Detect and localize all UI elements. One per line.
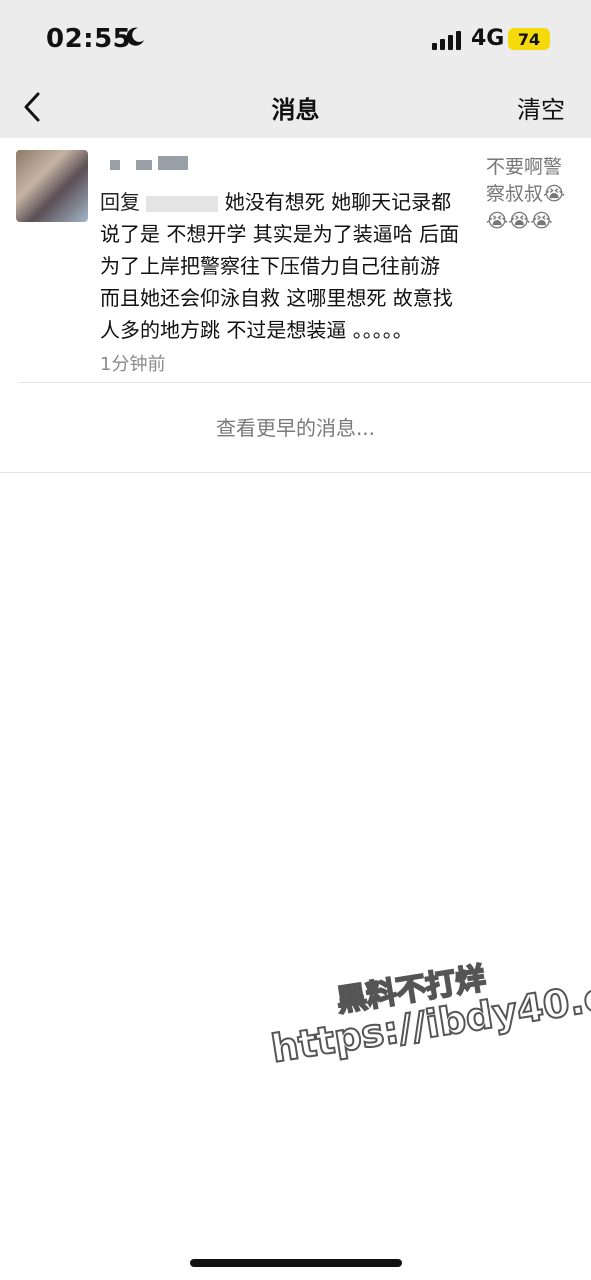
divider [18,382,591,383]
status-bar: 02:55 4G 74 [0,0,591,80]
status-time: 02:55 [46,24,132,54]
nav-bar: 消息 清空 [0,80,591,138]
page-title: 消息 [271,96,320,124]
clear-button[interactable]: 清空 [517,90,565,125]
reply-prefix: 回复 [100,190,140,214]
network-label: 4G [471,26,505,51]
view-older-messages-link[interactable]: 查看更早的消息... [0,412,591,441]
battery-icon: 74 [508,28,550,50]
battery-level: 74 [517,29,541,49]
message-item[interactable]: 回复 她没有想死 她聊天记录都说了是 不想开学 其实是为了装逼哈 后面为了上岸把… [0,140,591,385]
avatar[interactable] [16,150,88,222]
sender-name-redacted [100,154,200,174]
quoted-comment: 不要啊警察叔叔😭😭😭😭 [486,156,566,232]
message-time: 1分钟前 [100,354,166,375]
moon-icon [126,27,144,46]
header: 02:55 4G 74 消息 清空 [0,0,591,138]
home-indicator[interactable] [190,1259,402,1267]
message-body: 她没有想死 她聊天记录都说了是 不想开学 其实是为了装逼哈 后面为了上岸把警察往… [100,190,460,342]
message-text: 回复 她没有想死 她聊天记录都说了是 不想开学 其实是为了装逼哈 后面为了上岸把… [100,186,460,346]
signal-icon [432,31,461,50]
divider [0,472,591,473]
redacted-username [146,195,219,212]
